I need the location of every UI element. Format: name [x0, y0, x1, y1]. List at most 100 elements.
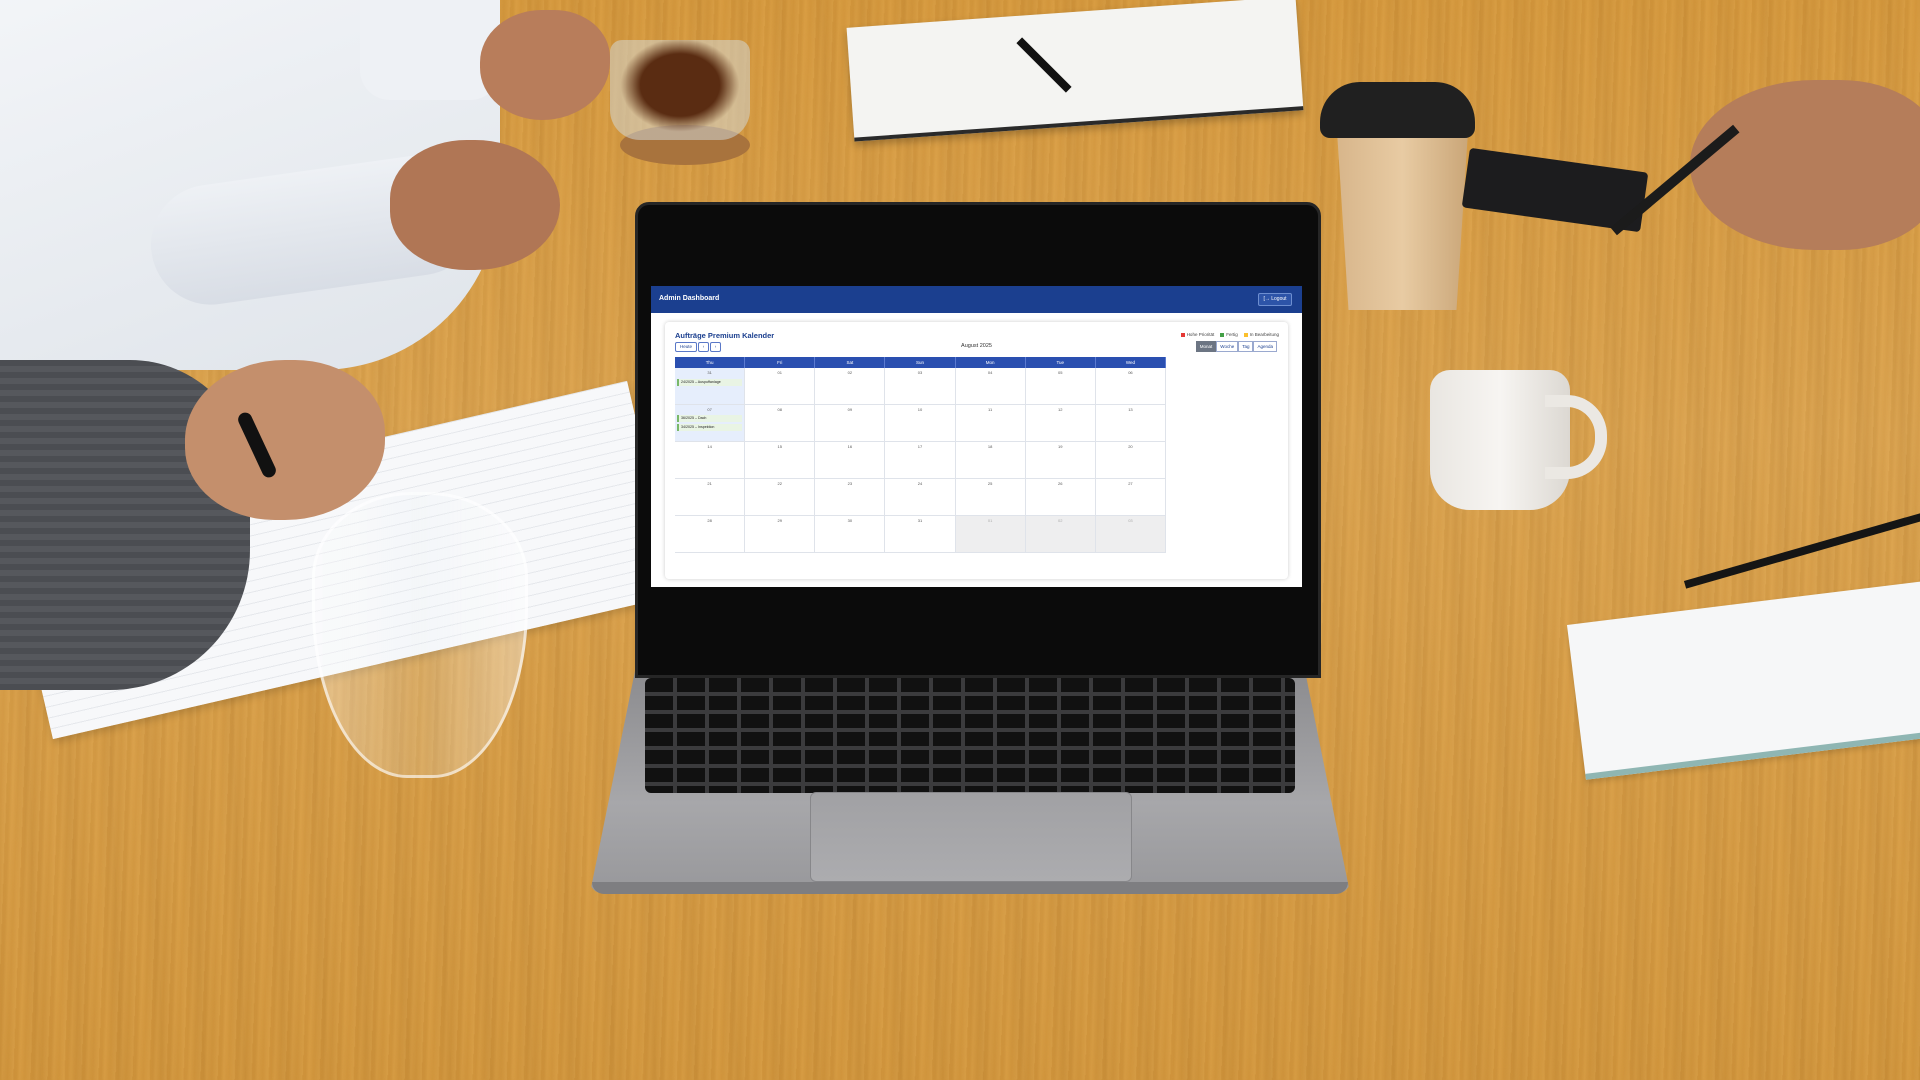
- legend-in-progress: In Bearbeitung: [1243, 332, 1279, 337]
- day-cell[interactable]: 01: [745, 368, 816, 405]
- day-cell[interactable]: 21: [675, 479, 746, 516]
- day-cell[interactable]: 08: [745, 405, 816, 442]
- weekday: Thu: [675, 357, 746, 368]
- day-number: 27: [1128, 481, 1133, 486]
- day-cell[interactable]: 31: [885, 516, 956, 553]
- day-cell[interactable]: 25: [955, 479, 1026, 516]
- day-number: 22: [777, 481, 782, 486]
- day-cell[interactable]: 22: [745, 479, 816, 516]
- day-number: 06: [1128, 370, 1133, 375]
- weekday: Fri: [745, 357, 816, 368]
- red-swatch-icon: [1180, 332, 1185, 337]
- day-number: 15: [777, 444, 782, 449]
- calendar-event[interactable]: 34/2025 – Inspektion: [677, 424, 743, 431]
- day-cell[interactable]: 04: [955, 368, 1026, 405]
- weekday-header: Thu Fri Sat Sun Mon Tue Wed: [675, 357, 1166, 368]
- day-number: 26: [1058, 481, 1063, 486]
- day-cell[interactable]: 12: [1025, 405, 1096, 442]
- legend-label: In Bearbeitung: [1249, 332, 1279, 337]
- view-month-button[interactable]: Monat: [1195, 341, 1217, 352]
- day-number: 05: [1058, 370, 1063, 375]
- day-number: 01: [987, 518, 993, 523]
- calendar-event[interactable]: 36/2025 – Dach: [677, 415, 743, 422]
- calendar-event[interactable]: 24/2025 – Auspuffanlage: [677, 379, 743, 386]
- day-number: 31: [707, 370, 712, 375]
- notepad-right: [1566, 576, 1920, 780]
- day-number: 03: [1128, 518, 1133, 523]
- day-number: 19: [1058, 444, 1063, 449]
- legend-high-priority: Hohe Priorität: [1180, 332, 1214, 337]
- day-cell-outside-month[interactable]: 02: [1025, 516, 1096, 553]
- open-notebook-top: [846, 0, 1304, 142]
- view-day-button[interactable]: Tag: [1238, 341, 1254, 352]
- day-cell[interactable]: 16: [815, 442, 886, 479]
- day-number: 02: [1058, 518, 1063, 523]
- calendar-grid: Thu Fri Sat Sun Mon Tue Wed 31 24/2025 – …: [675, 357, 1166, 553]
- logout-button[interactable]: [→ Logout: [1258, 293, 1292, 306]
- day-cell[interactable]: 11: [955, 405, 1026, 442]
- day-cell[interactable]: 18: [955, 442, 1026, 479]
- day-cell[interactable]: 26: [1025, 479, 1096, 516]
- day-cell[interactable]: 19: [1025, 442, 1096, 479]
- day-number: 01: [777, 370, 782, 375]
- laptop-screen: Admin Dashboard [→ Logout Aufträge Premi…: [651, 286, 1302, 587]
- day-cell[interactable]: 30: [815, 516, 886, 553]
- day-cell[interactable]: 31 24/2025 – Auspuffanlage: [675, 368, 746, 405]
- hand-holding-cup: [480, 10, 610, 120]
- view-switcher: Monat Woche Tag Agenda: [1195, 341, 1277, 352]
- day-cell[interactable]: 24: [885, 479, 956, 516]
- day-cell[interactable]: 06: [1095, 368, 1166, 405]
- day-cell[interactable]: 09: [815, 405, 886, 442]
- day-cell[interactable]: 14: [675, 442, 746, 479]
- day-cell[interactable]: 05: [1025, 368, 1096, 405]
- day-cell[interactable]: 15: [745, 442, 816, 479]
- day-cell[interactable]: 17: [885, 442, 956, 479]
- mug-handle: [1545, 395, 1607, 479]
- day-number: 10: [917, 407, 923, 412]
- day-number: 20: [1128, 444, 1133, 449]
- calendar-title: Aufträge Premium Kalender: [675, 331, 775, 340]
- day-number: 29: [777, 518, 782, 523]
- weekday: Sun: [885, 357, 956, 368]
- day-cell[interactable]: 20: [1095, 442, 1166, 479]
- day-number: 09: [847, 407, 853, 412]
- day-cell[interactable]: 07 36/2025 – Dach 34/2025 – Inspektion: [675, 405, 746, 442]
- day-cell[interactable]: 10: [885, 405, 956, 442]
- app-header: Admin Dashboard [→ Logout: [651, 286, 1302, 313]
- day-number: 14: [707, 444, 712, 449]
- day-cell-outside-month[interactable]: 01: [955, 516, 1026, 553]
- legend: Hohe Priorität Fertig In Bearbeitung: [1180, 332, 1279, 337]
- yellow-swatch-icon: [1243, 332, 1248, 337]
- weekday: Wed: [1096, 357, 1166, 368]
- app-title: Admin Dashboard: [659, 295, 720, 302]
- day-cell[interactable]: 23: [815, 479, 886, 516]
- week-row: 14 15 16 17 18 19 20: [675, 442, 1166, 479]
- day-cell[interactable]: 03: [885, 368, 956, 405]
- day-number: 30: [847, 518, 853, 523]
- weekday: Tue: [1026, 357, 1096, 368]
- view-agenda-button[interactable]: Agenda: [1253, 341, 1277, 352]
- day-cell[interactable]: 29: [745, 516, 816, 553]
- day-cell[interactable]: 28: [675, 516, 746, 553]
- weekday: Mon: [956, 357, 1026, 368]
- day-number: 16: [847, 444, 853, 449]
- view-week-button[interactable]: Woche: [1216, 341, 1239, 352]
- day-cell-outside-month[interactable]: 03: [1095, 516, 1166, 553]
- laptop-base-edge: [592, 882, 1348, 894]
- day-cell[interactable]: 27: [1095, 479, 1166, 516]
- legend-label: Fertig: [1226, 332, 1238, 337]
- day-number: 18: [987, 444, 993, 449]
- day-cell[interactable]: 13: [1095, 405, 1166, 442]
- day-number: 03: [917, 370, 923, 375]
- day-number: 31: [917, 518, 923, 523]
- day-number: 13: [1128, 407, 1133, 412]
- day-cell[interactable]: 02: [815, 368, 886, 405]
- week-row: 28 29 30 31 01 02 03: [675, 516, 1166, 553]
- week-row: 31 24/2025 – Auspuffanlage 01 02 03 04 05…: [675, 368, 1166, 405]
- day-number: 08: [777, 407, 782, 412]
- paper-cup-lid: [1320, 82, 1475, 138]
- writing-hand: [185, 360, 385, 520]
- pencil: [1683, 509, 1920, 589]
- green-swatch-icon: [1220, 332, 1225, 337]
- month-label: August 2025: [961, 343, 992, 349]
